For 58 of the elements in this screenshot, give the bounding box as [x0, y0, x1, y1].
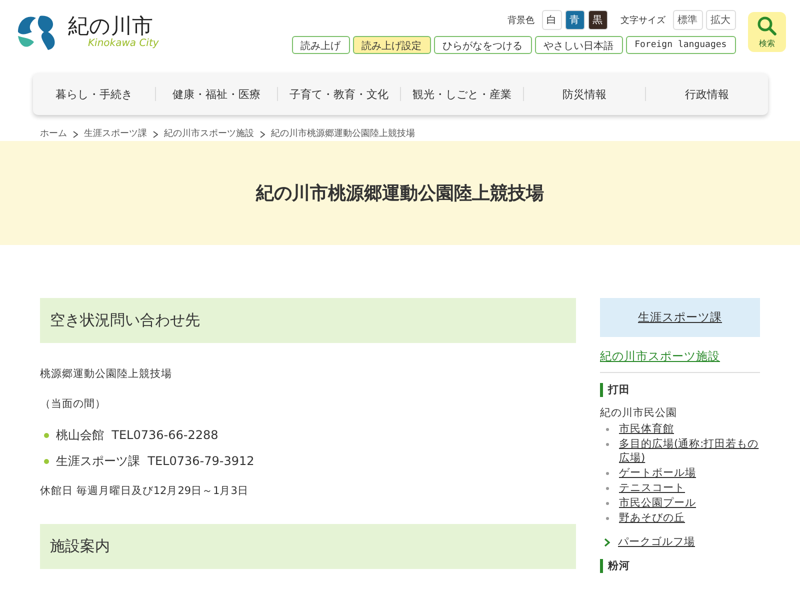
bullet-icon: [606, 517, 609, 520]
facility-link[interactable]: 市民公園プール: [619, 496, 696, 510]
department-link[interactable]: 生涯スポーツ課: [600, 298, 760, 337]
bullet-icon: [44, 459, 49, 464]
city-tagline: Kinokawa City: [88, 38, 159, 50]
breadcrumb-link[interactable]: 紀の川市スポーツ施設: [164, 127, 254, 141]
nav-item[interactable]: 観光・しごと・産業: [401, 86, 523, 102]
paragraph: （当面の間）: [40, 397, 107, 411]
background-color-button[interactable]: 黒: [588, 10, 608, 30]
font-size-button[interactable]: 標準: [672, 10, 703, 30]
nav-item[interactable]: 行政情報: [646, 86, 768, 102]
facility-link[interactable]: ゲートボール場: [619, 466, 696, 480]
facility-link[interactable]: 多目的広場(通称:打田若もの広場): [619, 437, 760, 465]
bullet-icon: [606, 428, 609, 431]
tool-button[interactable]: ひらがなをつける: [434, 36, 532, 54]
tool-button[interactable]: Foreign languages: [626, 36, 736, 54]
contact-item: 生涯スポーツ課 TEL0736-79-3912: [56, 453, 254, 470]
nav-item[interactable]: 暮らし・手続き: [33, 86, 155, 102]
tool-button[interactable]: 読み上げ: [292, 36, 350, 54]
font-size-button[interactable]: 拡大: [706, 10, 736, 30]
chevron-right-icon: [604, 538, 610, 546]
breadcrumb-chevron-icon: [73, 130, 78, 138]
background-color-label: 背景色: [508, 14, 535, 26]
bullet-icon: [606, 487, 609, 490]
contact-item: 桃山会館 TEL0736-66-2288: [56, 427, 218, 444]
city-name: 紀の川市: [68, 14, 154, 38]
bullet-icon: [44, 433, 49, 438]
nav-item[interactable]: 防災情報: [524, 86, 646, 102]
bullet-icon: [606, 443, 609, 446]
paragraph: 桃源郷運動公園陸上競技場: [40, 367, 173, 381]
area-heading: 打田: [600, 383, 760, 397]
section-heading: 施設案内: [40, 524, 576, 569]
nav-item[interactable]: 健康・福祉・医療: [156, 86, 278, 102]
font-size-label: 文字サイズ: [620, 14, 666, 26]
category-link[interactable]: 紀の川市スポーツ施設: [600, 337, 760, 373]
bullet-icon: [606, 502, 609, 505]
background-color-button[interactable]: 白: [542, 10, 562, 30]
breadcrumb-link[interactable]: 生涯スポーツ課: [84, 127, 147, 141]
tool-button[interactable]: 読み上げ設定: [352, 36, 431, 54]
breadcrumb-link[interactable]: ホーム: [40, 127, 67, 141]
search-icon: [756, 16, 777, 36]
park-name: 紀の川市民公園: [600, 406, 678, 420]
facility-link[interactable]: 市民体育館: [619, 422, 674, 436]
tool-button[interactable]: やさしい日本語: [534, 36, 623, 54]
breadcrumb-chevron-icon: [153, 130, 158, 138]
background-color-button[interactable]: 青: [564, 10, 585, 30]
section-heading: 空き状況問い合わせ先: [40, 298, 576, 343]
facility-link[interactable]: テニスコート: [619, 481, 685, 495]
facility-link[interactable]: 野あそびの丘: [619, 511, 685, 525]
paragraph: 休館日 毎週月曜日及び12月29日～1月3日: [40, 484, 250, 498]
nav-item[interactable]: 子育て・教育・文化: [278, 86, 400, 102]
search-button[interactable]: 検索: [748, 12, 786, 52]
breadcrumb-chevron-icon: [260, 130, 265, 138]
page-title: 紀の川市桃源郷運動公園陸上競技場: [256, 182, 544, 205]
facility-link[interactable]: パークゴルフ場: [618, 535, 695, 549]
area-heading: 粉河: [600, 559, 760, 573]
breadcrumb-current: 紀の川市桃源郷運動公園陸上競技場: [271, 128, 415, 141]
bullet-icon: [606, 472, 609, 475]
